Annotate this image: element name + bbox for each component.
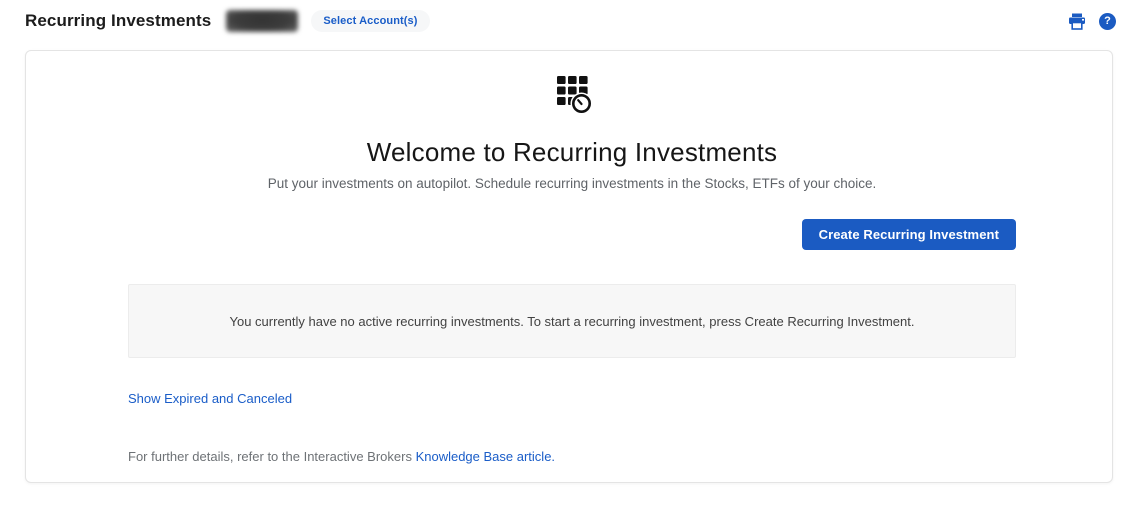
page-header: Recurring Investments Select Account(s) …	[0, 0, 1138, 34]
empty-state-banner: You currently have no active recurring i…	[128, 284, 1016, 358]
create-recurring-investment-button[interactable]: Create Recurring Investment	[801, 219, 1016, 250]
page-title: Recurring Investments	[25, 11, 212, 30]
hero-icon-container	[128, 75, 1016, 115]
help-icon: ?	[1099, 12, 1116, 30]
empty-state-message: You currently have no active recurring i…	[229, 313, 915, 329]
welcome-heading: Welcome to Recurring Investments	[366, 137, 778, 167]
knowledge-base-link[interactable]: Knowledge Base article.	[416, 449, 555, 464]
footer-note: For further details, refer to the Intera…	[128, 449, 1016, 464]
select-accounts-button[interactable]: Select Account(s)	[311, 10, 430, 32]
show-expired-canceled-link[interactable]: Show Expired and Canceled	[128, 391, 292, 406]
printer-icon	[1068, 13, 1086, 30]
welcome-subtitle: Put your investments on autopilot. Sched…	[267, 176, 877, 191]
create-button-row: Create Recurring Investment	[128, 219, 1016, 250]
recurring-grid-clock-icon	[550, 75, 594, 120]
print-button[interactable]	[1068, 13, 1086, 30]
recurring-investments-card: Welcome to Recurring Investments Put you…	[25, 50, 1113, 483]
footer-note-text: For further details, refer to the Intera…	[128, 449, 416, 464]
account-badge-redacted[interactable]	[226, 10, 299, 32]
help-button[interactable]: ?	[1099, 12, 1116, 30]
header-actions: ?	[1068, 12, 1116, 30]
